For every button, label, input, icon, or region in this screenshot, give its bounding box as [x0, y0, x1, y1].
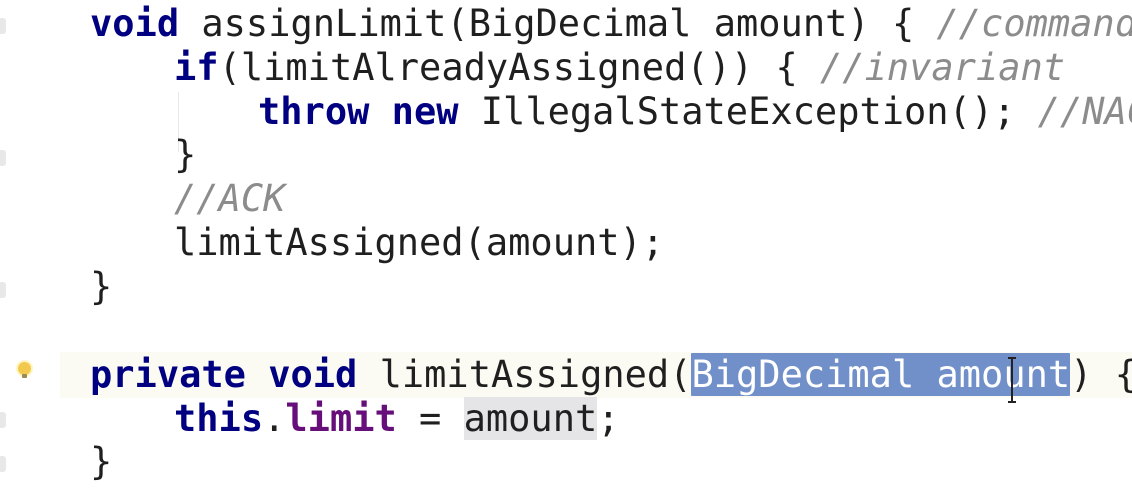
- code-token-plain: }: [174, 133, 197, 176]
- code-line[interactable]: }: [90, 440, 112, 484]
- text-cursor-icon: [1008, 357, 1016, 403]
- fold-marker-icon[interactable]: [0, 412, 6, 428]
- code-token-plain: =: [396, 397, 464, 440]
- fold-marker-icon[interactable]: [0, 150, 6, 166]
- code-line[interactable]: void assignLimit(BigDecimal amount) { //…: [90, 2, 1132, 46]
- code-token-plain: IllegalStateException();: [458, 90, 1038, 133]
- code-token-cmt: //command: [936, 2, 1132, 45]
- code-line[interactable]: this.limit = amount;: [174, 397, 620, 441]
- code-line[interactable]: //ACK: [174, 177, 285, 221]
- code-line[interactable]: private void limitAssigned(BigDecimal am…: [90, 353, 1132, 397]
- code-token-field: limit: [285, 397, 397, 440]
- code-token-kw: this: [174, 397, 264, 440]
- fold-marker-icon[interactable]: [0, 456, 6, 472]
- code-token-plain: limitAssigned(amount);: [174, 221, 665, 264]
- code-token-plain: }: [90, 440, 113, 483]
- code-token-kw: throw: [258, 90, 370, 133]
- code-token-plain: ;: [597, 397, 620, 440]
- code-token-kw: new: [391, 90, 459, 133]
- intention-bulb-icon[interactable]: [18, 362, 31, 378]
- code-token-kw: private: [90, 353, 246, 396]
- code-token-plain: .: [263, 397, 286, 440]
- code-token-kw: if: [174, 46, 219, 89]
- code-token-cmt: //NACK: [1037, 90, 1132, 133]
- fold-marker-icon[interactable]: [0, 18, 6, 34]
- code-token-plain: limitAssigned(: [357, 353, 692, 396]
- code-line[interactable]: limitAssigned(amount);: [174, 221, 664, 265]
- code-token-plain: assignLimit(BigDecimal amount) {: [179, 2, 937, 45]
- code-line[interactable]: }: [174, 133, 196, 177]
- code-token-kw: void: [90, 2, 180, 45]
- code-token-cmt: //invariant: [820, 46, 1066, 89]
- code-token-usage: amount: [463, 397, 598, 440]
- code-editor[interactable]: void assignLimit(BigDecimal amount) { //…: [0, 0, 1132, 504]
- code-token-plain: (limitAlreadyAssigned()) {: [218, 46, 821, 89]
- editor-gutter[interactable]: [0, 0, 60, 504]
- code-token-cmt: //ACK: [174, 177, 286, 220]
- fold-marker-icon[interactable]: [0, 282, 6, 298]
- code-line[interactable]: }: [90, 265, 112, 309]
- code-token-plain: }: [90, 265, 113, 308]
- code-token-plain: ) {: [1070, 353, 1132, 396]
- code-line[interactable]: throw new IllegalStateException(); //NAC…: [258, 90, 1132, 134]
- code-token-kw: void: [268, 353, 358, 396]
- code-line[interactable]: if(limitAlreadyAssigned()) { //invariant: [174, 46, 1065, 90]
